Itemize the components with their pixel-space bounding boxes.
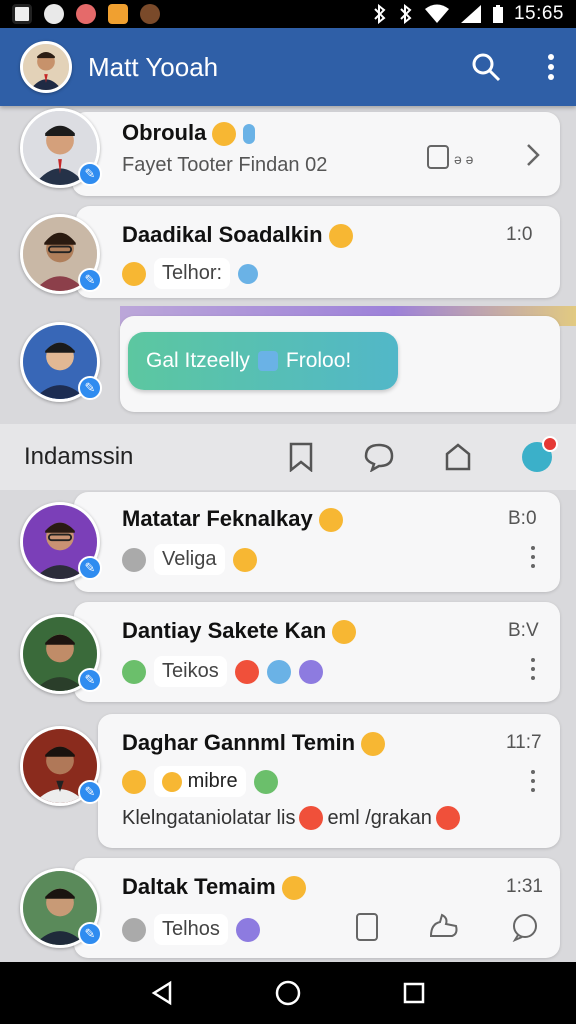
chat-name: Matatar Feknalkay [122,506,343,533]
chat-time: 1:0 [506,224,533,245]
home-icon[interactable] [274,979,302,1007]
emoji-icon [162,771,182,792]
chat-time: 11:7 [506,732,542,753]
chat-time: B:V [508,620,539,641]
message-bubble[interactable]: Gal Itzeelly Froloo! [128,332,398,390]
emoji-icon [332,620,357,645]
emoji-icon [238,263,259,284]
app-icon [44,4,64,24]
chat-time: 1:31 [506,876,543,897]
emoji-icon [281,876,306,901]
emoji-icon [212,122,237,147]
recents-icon[interactable] [402,981,426,1005]
emoji-icon [253,769,278,794]
bubble-text: Gal Itzeelly [146,349,250,372]
verified-icon: ✎ [78,376,102,400]
chat-name: Obroula [122,120,255,147]
gear-icon [122,547,146,572]
verified-icon: ✎ [78,780,102,804]
battery-icon [492,5,503,23]
verified-icon: ✎ [78,162,102,186]
wifi-icon [424,4,449,23]
status-bar: 15:65 [0,0,576,28]
verified-icon: ✎ [78,922,102,946]
app-title: Matt Yooah [88,51,219,82]
emoji-icon [266,659,291,684]
chat-subtitle: Telhos [122,914,260,945]
chat-name: Daltak Temaim [122,874,306,901]
chat-subtitle: Telhor: [122,258,259,289]
app-icon [76,4,96,24]
chef-icon [122,917,146,942]
avatar[interactable]: ✎ [20,502,102,582]
verified-icon: ✎ [78,556,102,580]
avatar[interactable]: ✎ [20,614,102,694]
bookmark-icon[interactable] [288,442,314,472]
nav-bar [0,962,576,1024]
chat-bubble-icon[interactable] [364,442,394,472]
chevron-right-icon[interactable] [524,142,542,168]
chat-preview: Klelngataniolatar lis eml /grakan [122,806,460,830]
notification-icon[interactable] [522,436,558,472]
emoji-icon [122,769,146,794]
chat-subtitle: mibre [122,766,278,797]
chat-name: Daadikal Soadalkin [122,222,353,249]
emoji-icon [298,659,323,684]
avatar[interactable]: ✎ [20,868,102,948]
screenshot-icon [12,4,32,24]
emoji-icon [318,508,343,533]
emoji-icon [235,917,260,942]
emoji-icon [257,351,278,371]
bluetooth-icon [374,4,386,24]
emoji-icon [299,806,324,830]
more-vert-icon[interactable] [530,658,536,680]
search-icon[interactable] [470,51,502,83]
like-icon[interactable] [428,912,460,940]
avatar[interactable]: ✎ [20,322,102,402]
more-vert-icon[interactable] [530,546,536,568]
settings-icon [140,4,160,24]
back-icon[interactable] [150,980,174,1006]
avatar[interactable]: ✎ [20,726,102,806]
emoji-icon [234,659,259,684]
profile-avatar[interactable] [20,41,72,93]
emoji-icon [122,659,146,684]
emoji-icon [242,124,255,145]
more-vert-icon[interactable] [546,52,556,82]
more-vert-icon[interactable] [530,770,536,792]
verified-icon: ✎ [78,268,102,292]
badge-dot [542,436,558,452]
section-header: Indamssin [0,424,576,490]
emoji-icon [232,547,257,572]
home-icon[interactable] [444,442,472,472]
svg-text:ə ə: ə ə [454,151,474,167]
signal-icon [460,5,481,23]
chat-bubble-icon[interactable] [510,912,540,942]
emoji-icon [435,806,460,830]
notification-icons [12,4,160,24]
chat-subtitle: Veliga [122,544,257,575]
chat-subtitle: Fayet Tooter Findan 02 [122,154,328,176]
emoji-icon [122,261,146,286]
app-icon [108,4,128,24]
avatar[interactable]: ✎ [20,108,102,188]
document-icon[interactable] [354,912,380,942]
app-bar: Matt Yooah [0,28,576,106]
emoji-icon [328,224,353,249]
chat-name: Daghar Gannml Temin [122,730,386,757]
attachment-icon: ə ə [427,145,474,169]
chat-time: B:0 [508,508,537,529]
verified-icon: ✎ [78,668,102,692]
chat-card[interactable] [74,602,560,702]
chat-name: Dantiay Sakete Kan [122,618,357,645]
clock: 15:65 [513,3,564,24]
chat-subtitle: Teikos [122,656,323,687]
bluetooth-icon [400,4,412,24]
avatar[interactable]: ✎ [20,214,102,294]
emoji-icon [361,732,386,757]
bubble-label: Froloo! [285,349,352,372]
section-title: Indamssin [24,443,134,470]
